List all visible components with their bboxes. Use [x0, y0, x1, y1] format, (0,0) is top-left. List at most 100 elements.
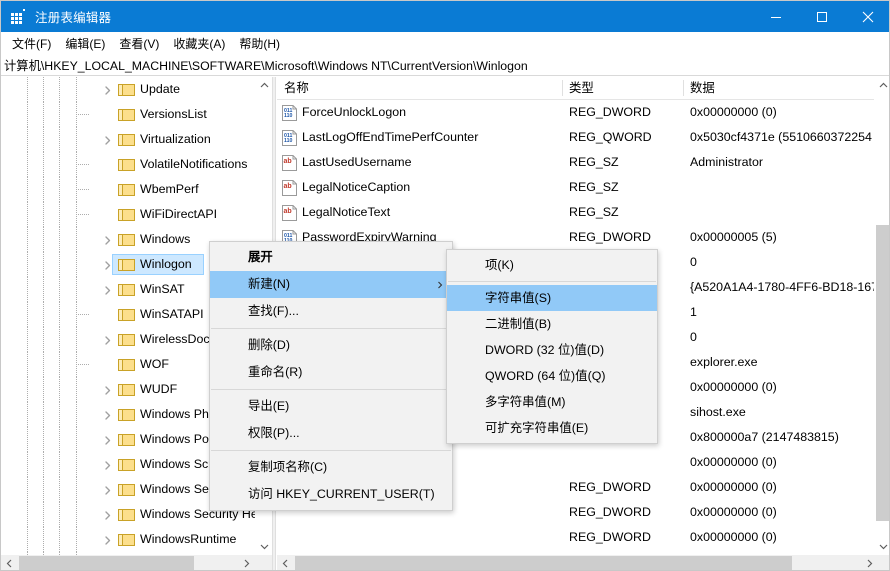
tree-context-menu: 展开新建(N)查找(F)... 删除(D)重命名(R) 导出(E)权限(P)... 复…: [209, 241, 453, 511]
table-row[interactable]: abLegalNoticeTextREG_SZ: [277, 200, 874, 225]
context-menu-item[interactable]: 展开: [210, 244, 452, 271]
caption-buttons: [753, 1, 890, 32]
tree-expander-icon[interactable]: [100, 133, 114, 147]
chevron-down-icon: [260, 542, 269, 551]
menu-favorites[interactable]: 收藏夹(A): [166, 33, 232, 54]
value-type: REG_SZ: [569, 200, 619, 225]
submenu-item[interactable]: 字符串值(S): [447, 285, 657, 311]
tree-node-wbemperf[interactable]: WbemPerf: [1, 177, 255, 202]
list-vertical-scrollbar[interactable]: [874, 77, 890, 555]
tree-node-label: WinSAT: [140, 277, 185, 302]
tree-expander-icon[interactable]: [100, 533, 114, 547]
context-menu-item[interactable]: 导出(E): [210, 393, 452, 420]
table-row[interactable]: 011110ForceUnlockLogonREG_DWORD0x0000000…: [277, 100, 874, 125]
tree-node-label: Update: [140, 77, 180, 102]
context-menu-item[interactable]: 删除(D): [210, 332, 452, 359]
tree-node-volatilenotifications[interactable]: VolatileNotifications: [1, 152, 255, 177]
new-item-submenu: 项(K) 字符串值(S)二进制值(B)DWORD (32 位)值(D)QWORD …: [446, 249, 658, 444]
tree-node-versionslist[interactable]: VersionsList: [1, 102, 255, 127]
svg-text:ab: ab: [284, 158, 292, 165]
tree-node-update[interactable]: Update: [1, 77, 255, 102]
menu-view[interactable]: 查看(V): [112, 33, 166, 54]
folder-icon: [118, 307, 135, 321]
binary-value-icon: 011110: [282, 130, 297, 146]
tree-guide-stub: [76, 214, 90, 215]
tree-horizontal-scrollbar[interactable]: [1, 555, 272, 571]
menu-file[interactable]: 文件(F): [5, 33, 58, 54]
value-data: 0x00000000 (0): [690, 450, 777, 475]
list-scroll-thumb[interactable]: [876, 225, 890, 521]
tree-expander-icon[interactable]: [100, 283, 114, 297]
chevron-up-icon: [879, 81, 888, 90]
value-data: explorer.exe: [690, 350, 758, 375]
address-bar[interactable]: 计算机\HKEY_LOCAL_MACHINE\SOFTWARE\Microsof…: [1, 54, 890, 76]
submenu-item[interactable]: QWORD (64 位)值(Q): [447, 363, 657, 389]
tree-expander-icon[interactable]: [100, 333, 114, 347]
svg-text:ab: ab: [284, 208, 292, 215]
binary-value-icon: 011110: [282, 105, 297, 121]
submenu-item[interactable]: 多字符串值(M): [447, 389, 657, 415]
tree-scroll-corner: [255, 555, 272, 571]
list-scroll-right-button[interactable]: [861, 555, 878, 571]
maximize-button[interactable]: [799, 1, 845, 32]
tree-expander-icon[interactable]: [100, 483, 114, 497]
value-data: 0x00000000 (0): [690, 100, 777, 125]
tree-scroll-down-button[interactable]: [256, 538, 272, 555]
folder-icon: [118, 132, 135, 146]
tree-expander-icon[interactable]: [100, 233, 114, 247]
tree-expander-icon[interactable]: [100, 433, 114, 447]
menu-bar: 文件(F) 编辑(E) 查看(V) 收藏夹(A) 帮助(H): [1, 32, 890, 54]
list-scroll-up-button[interactable]: [875, 77, 890, 94]
tree-scroll-right-button[interactable]: [238, 555, 255, 571]
minimize-button[interactable]: [753, 1, 799, 32]
value-data: 0x800000a7 (2147483815): [690, 425, 839, 450]
column-header-type[interactable]: 类型: [562, 77, 683, 99]
table-row[interactable]: 011110LastLogOffEndTimePerfCounterREG_QW…: [277, 125, 874, 150]
tree-node-wifidirectapi[interactable]: WiFiDirectAPI: [1, 202, 255, 227]
tree-scroll-up-button[interactable]: [256, 77, 272, 94]
context-menu-item[interactable]: 重命名(R): [210, 359, 452, 386]
registry-path: 计算机\HKEY_LOCAL_MACHINE\SOFTWARE\Microsof…: [4, 56, 528, 74]
close-button[interactable]: [845, 1, 890, 32]
tree-expander-icon[interactable]: [100, 383, 114, 397]
tree-guide-stub: [76, 364, 90, 365]
list-scroll-track[interactable]: [875, 94, 890, 538]
context-menu-item[interactable]: 权限(P)...: [210, 420, 452, 447]
submenu-item[interactable]: 项(K): [447, 252, 657, 278]
tree-expander-icon[interactable]: [100, 83, 114, 97]
value-data: 0: [690, 325, 697, 350]
column-header-name[interactable]: 名称: [277, 77, 562, 99]
tree-node-virtualization[interactable]: Virtualization: [1, 127, 255, 152]
context-menu-item[interactable]: 查找(F)...: [210, 298, 452, 325]
submenu-item[interactable]: 可扩充字符串值(E): [447, 415, 657, 441]
tree-expander-icon[interactable]: [100, 408, 114, 422]
table-row[interactable]: abLastUsedUsernameREG_SZAdministrator: [277, 150, 874, 175]
submenu-item[interactable]: DWORD (32 位)值(D): [447, 337, 657, 363]
tree-expander-icon[interactable]: [100, 258, 114, 272]
context-menu-item[interactable]: 新建(N): [210, 271, 452, 298]
menu-help[interactable]: 帮助(H): [232, 33, 287, 54]
table-row[interactable]: abLegalNoticeCaptionREG_SZ: [277, 175, 874, 200]
list-hscroll-thumb[interactable]: [295, 556, 792, 571]
tree-expander-icon[interactable]: [100, 508, 114, 522]
value-data: 0x5030cf4371e (5510660372254: [690, 125, 872, 150]
chevron-up-icon: [260, 81, 269, 90]
tree-scroll-left-button[interactable]: [1, 555, 18, 571]
value-name: LastLogOffEndTimePerfCounter: [302, 125, 478, 150]
chevron-left-icon: [5, 559, 14, 568]
tree-expander-icon[interactable]: [100, 458, 114, 472]
column-header-data[interactable]: 数据: [683, 77, 874, 99]
context-menu-item[interactable]: 复制项名称(C): [210, 454, 452, 481]
list-scroll-down-button[interactable]: [875, 538, 890, 555]
list-scroll-left-button[interactable]: [277, 555, 294, 571]
registry-icon: [11, 9, 27, 25]
tree-hscroll-thumb[interactable]: [19, 556, 194, 571]
table-row[interactable]: REG_DWORD0x00000000 (0): [277, 525, 874, 550]
value-data: 0x00000000 (0): [690, 475, 777, 500]
tree-node-windowsruntime[interactable]: WindowsRuntime: [1, 527, 255, 552]
menu-edit[interactable]: 编辑(E): [58, 33, 112, 54]
list-horizontal-scrollbar[interactable]: [277, 555, 890, 571]
value-data: 0x00000000 (0): [690, 375, 777, 400]
submenu-item[interactable]: 二进制值(B): [447, 311, 657, 337]
context-menu-item[interactable]: 访问 HKEY_CURRENT_USER(T): [210, 481, 452, 508]
